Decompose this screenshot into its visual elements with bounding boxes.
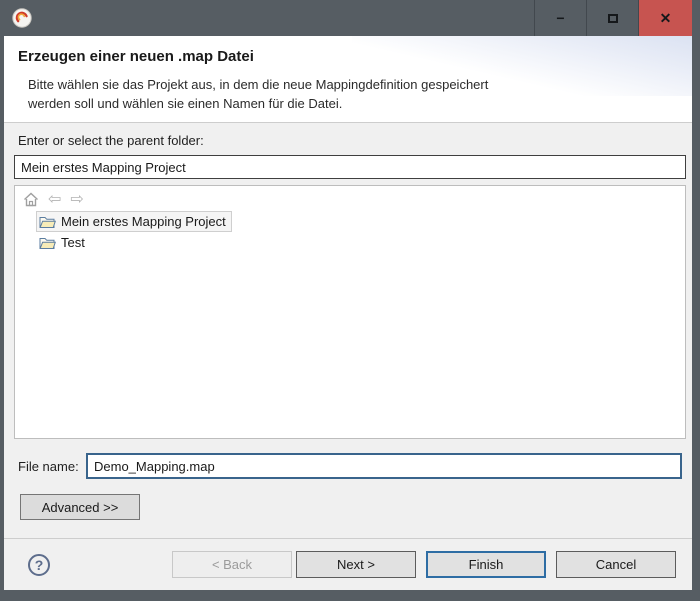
maximize-button[interactable] xyxy=(586,0,638,36)
advanced-button[interactable]: Advanced >> xyxy=(20,494,140,520)
project-tree-panel: ⇦ ⇨ Mein erstes Mapping Project xyxy=(14,185,686,439)
wizard-dialog: Erzeugen einer neuen .map Datei Bitte wä… xyxy=(4,36,692,590)
finish-button[interactable]: Finish xyxy=(426,551,546,578)
home-icon[interactable] xyxy=(23,192,39,207)
tree-item-list: Mein erstes Mapping Project Test xyxy=(15,210,685,253)
open-folder-icon xyxy=(39,236,56,250)
back-button: < Back xyxy=(172,551,292,578)
wizard-body: Enter or select the parent folder: ⇦ ⇨ xyxy=(4,123,692,538)
wizard-window: − ✕ Erzeugen einer neuen .map Datei Bitt… xyxy=(0,0,700,601)
parent-folder-input[interactable] xyxy=(14,155,686,179)
description-line-1: Bitte wählen sie das Projekt aus, in dem… xyxy=(28,75,692,94)
app-logo-icon xyxy=(12,8,32,28)
tree-item-label: Mein erstes Mapping Project xyxy=(61,214,226,229)
file-name-row: File name: xyxy=(18,453,686,479)
tree-item-label: Test xyxy=(61,235,85,250)
file-name-input[interactable] xyxy=(86,453,682,479)
cancel-button[interactable]: Cancel xyxy=(556,551,676,578)
back-arrow-icon[interactable]: ⇦ xyxy=(48,192,61,208)
maximize-icon xyxy=(608,14,618,23)
wizard-footer: ? < Back Next > Finish Cancel xyxy=(4,538,692,590)
description-line-2: werden soll und wählen sie einen Namen f… xyxy=(28,94,692,113)
titlebar: − ✕ xyxy=(0,0,700,36)
file-name-label: File name: xyxy=(18,459,86,474)
forward-arrow-icon[interactable]: ⇨ xyxy=(70,192,83,208)
open-folder-icon xyxy=(39,215,56,229)
close-button[interactable]: ✕ xyxy=(638,0,692,36)
wizard-header: Erzeugen einer neuen .map Datei Bitte wä… xyxy=(4,36,692,123)
page-description: Bitte wählen sie das Projekt aus, in dem… xyxy=(28,75,692,113)
page-title: Erzeugen einer neuen .map Datei xyxy=(18,48,692,65)
next-button[interactable]: Next > xyxy=(296,551,416,578)
minimize-button[interactable]: − xyxy=(534,0,586,36)
parent-folder-label: Enter or select the parent folder: xyxy=(18,133,686,148)
tree-item-test[interactable]: Test xyxy=(36,232,91,253)
tree-item-mein-erstes-mapping-project[interactable]: Mein erstes Mapping Project xyxy=(36,211,232,232)
tree-toolbar: ⇦ ⇨ xyxy=(15,186,685,210)
window-controls: − ✕ xyxy=(534,0,692,36)
help-icon[interactable]: ? xyxy=(28,554,50,576)
